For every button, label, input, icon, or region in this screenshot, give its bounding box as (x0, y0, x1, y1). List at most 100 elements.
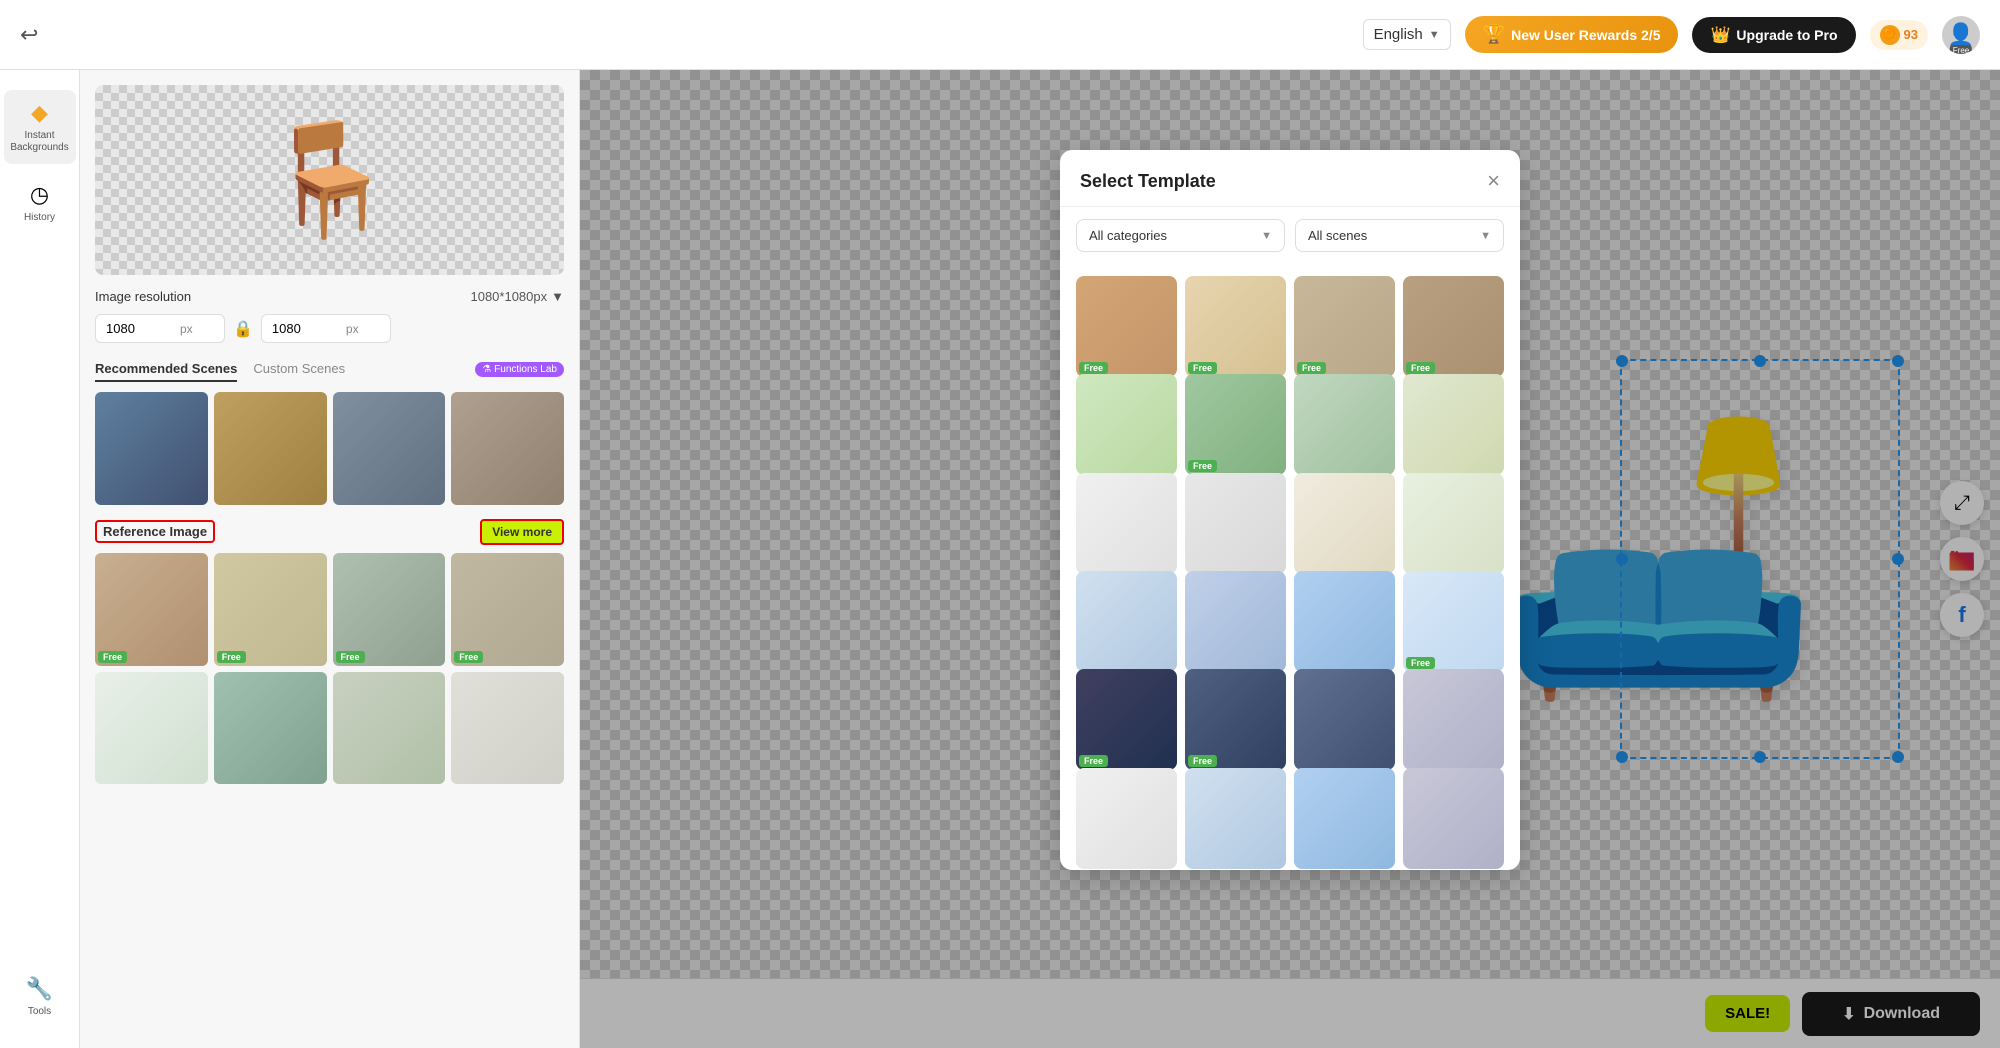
ref-thumb-2[interactable]: Free (214, 553, 327, 666)
ref-thumb-5[interactable] (95, 672, 208, 785)
width-input[interactable] (106, 321, 176, 336)
view-more-button[interactable]: View more (480, 519, 564, 545)
sidebar-item-history[interactable]: ◷ History (4, 172, 76, 234)
instant-backgrounds-icon: ◆ (31, 100, 48, 126)
crown-icon: 👑 (1710, 25, 1730, 45)
rewards-button[interactable]: 🏆 New User Rewards 2/5 (1465, 16, 1679, 53)
tabs-row: Recommended Scenes Custom Scenes ⚗ Funct… (95, 357, 564, 382)
template-thumb-2[interactable]: Free (1185, 276, 1286, 377)
ref-thumb-4[interactable]: Free (451, 553, 564, 666)
template-thumb-20[interactable] (1403, 669, 1504, 770)
template-thumb-19[interactable] (1294, 669, 1395, 770)
modal-title: Select Template (1080, 171, 1216, 192)
functions-lab-icon: ⚗ (482, 364, 491, 375)
width-input-wrapper: px (95, 314, 225, 343)
language-label: English (1374, 26, 1423, 43)
template-thumb-23[interactable] (1294, 768, 1395, 869)
template-thumb-24[interactable] (1403, 768, 1504, 869)
trophy-icon: 🏆 (1483, 24, 1505, 45)
template-thumb-12[interactable] (1403, 473, 1504, 574)
logout-button[interactable]: ↩ (20, 22, 38, 48)
template-thumb-18[interactable]: Free (1185, 669, 1286, 770)
modal-header: Select Template × (1060, 150, 1520, 207)
scene-thumb-4[interactable] (451, 392, 564, 505)
template-thumb-11[interactable] (1294, 473, 1395, 574)
checkerboard-bg: 🪑 (95, 85, 564, 275)
left-panel: 🪑 Image resolution 1080*1080px ▼ px 🔒 px (80, 70, 580, 1048)
height-input-wrapper: px (261, 314, 391, 343)
resolution-value[interactable]: 1080*1080px ▼ (470, 289, 564, 304)
template-thumb-6[interactable]: Free (1185, 374, 1286, 475)
rewards-label: New User Rewards 2/5 (1511, 27, 1660, 43)
reference-image-section-header: Reference Image View more (95, 519, 564, 545)
sidebar-item-tools[interactable]: 🔧 Tools (4, 966, 76, 1028)
ref-thumb-7[interactable] (333, 672, 446, 785)
scene-filter-arrow-icon: ▼ (1480, 230, 1491, 242)
resolution-value-text: 1080*1080px (470, 289, 547, 304)
scene-thumb-1[interactable] (95, 392, 208, 505)
header-right: English ▼ 🏆 New User Rewards 2/5 👑 Upgra… (1363, 16, 1980, 54)
resolution-chevron-icon: ▼ (551, 289, 564, 304)
ref-thumb-1[interactable]: Free (95, 553, 208, 666)
template-thumb-7[interactable] (1294, 374, 1395, 475)
history-icon: ◷ (30, 182, 49, 208)
height-input[interactable] (272, 321, 342, 336)
sidebar-item-instant-backgrounds[interactable]: ◆ Instant Backgrounds (4, 90, 76, 164)
height-unit: px (346, 322, 359, 336)
functions-lab-badge[interactable]: ⚗ Functions Lab (475, 362, 564, 377)
header-left: ↩ (20, 22, 38, 48)
ref-thumb-3[interactable]: Free (333, 553, 446, 666)
product-preview: 🪑 (95, 85, 564, 275)
width-unit: px (180, 322, 193, 336)
template-thumb-4[interactable]: Free (1403, 276, 1504, 377)
template-thumb-10[interactable] (1185, 473, 1286, 574)
template-thumb-22[interactable] (1185, 768, 1286, 869)
tools-icon: 🔧 (26, 976, 53, 1002)
avatar-free-label: Free (1950, 45, 1972, 54)
points-circle-icon: 🟠 (1880, 25, 1900, 45)
avatar[interactable]: 👤 Free (1942, 16, 1980, 54)
template-thumb-21[interactable] (1076, 768, 1177, 869)
template-thumb-15[interactable] (1294, 571, 1395, 672)
lock-icon[interactable]: 🔒 (233, 319, 253, 339)
sidebar: ◆ Instant Backgrounds ◷ History 🔧 Tools (0, 70, 80, 1048)
sidebar-tools-label: Tools (28, 1006, 51, 1018)
functions-lab-label: Functions Lab (494, 364, 557, 375)
select-template-modal: Select Template × All categories ▼ All s… (1060, 150, 1520, 870)
resolution-inputs: px 🔒 px (95, 314, 564, 343)
template-thumb-9[interactable] (1076, 473, 1177, 574)
reference-grid: Free Free Free Free (95, 553, 564, 785)
category-filter[interactable]: All categories ▼ (1076, 219, 1285, 252)
header: ↩ English ▼ 🏆 New User Rewards 2/5 👑 Upg… (0, 0, 2000, 70)
upgrade-button[interactable]: 👑 Upgrade to Pro (1692, 17, 1855, 53)
tab-recommended-scenes[interactable]: Recommended Scenes (95, 357, 237, 382)
language-selector[interactable]: English ▼ (1363, 19, 1451, 50)
sidebar-history-label: History (24, 212, 55, 224)
canvas-area[interactable]: 🛋️ ⤢ 📷 f SALE! (580, 70, 2000, 1048)
category-filter-arrow-icon: ▼ (1261, 230, 1272, 242)
template-thumb-1[interactable]: Free (1076, 276, 1177, 377)
modal-overlay: Select Template × All categories ▼ All s… (580, 70, 2000, 1048)
resolution-label: Image resolution (95, 289, 191, 304)
tab-custom-scenes[interactable]: Custom Scenes (253, 357, 345, 382)
template-thumb-13[interactable] (1076, 571, 1177, 672)
template-grid: Free Free Free Free Free (1060, 264, 1520, 870)
template-thumb-3[interactable]: Free (1294, 276, 1395, 377)
scene-thumb-3[interactable] (333, 392, 446, 505)
template-thumb-17[interactable]: Free (1076, 669, 1177, 770)
upgrade-label: Upgrade to Pro (1736, 27, 1837, 43)
scene-thumb-2[interactable] (214, 392, 327, 505)
sidebar-item-label: Instant Backgrounds (10, 130, 68, 154)
template-thumb-14[interactable] (1185, 571, 1286, 672)
template-thumb-16[interactable]: Free (1403, 571, 1504, 672)
ref-thumb-8[interactable] (451, 672, 564, 785)
ref-thumb-6[interactable] (214, 672, 327, 785)
template-thumb-5[interactable] (1076, 374, 1177, 475)
scene-filter[interactable]: All scenes ▼ (1295, 219, 1504, 252)
reference-image-title: Reference Image (95, 520, 215, 543)
template-thumb-8[interactable] (1403, 374, 1504, 475)
scenes-grid (95, 392, 564, 505)
modal-close-button[interactable]: × (1487, 168, 1500, 194)
main-layout: ◆ Instant Backgrounds ◷ History 🔧 Tools … (0, 70, 2000, 1048)
modal-filters: All categories ▼ All scenes ▼ (1060, 207, 1520, 264)
